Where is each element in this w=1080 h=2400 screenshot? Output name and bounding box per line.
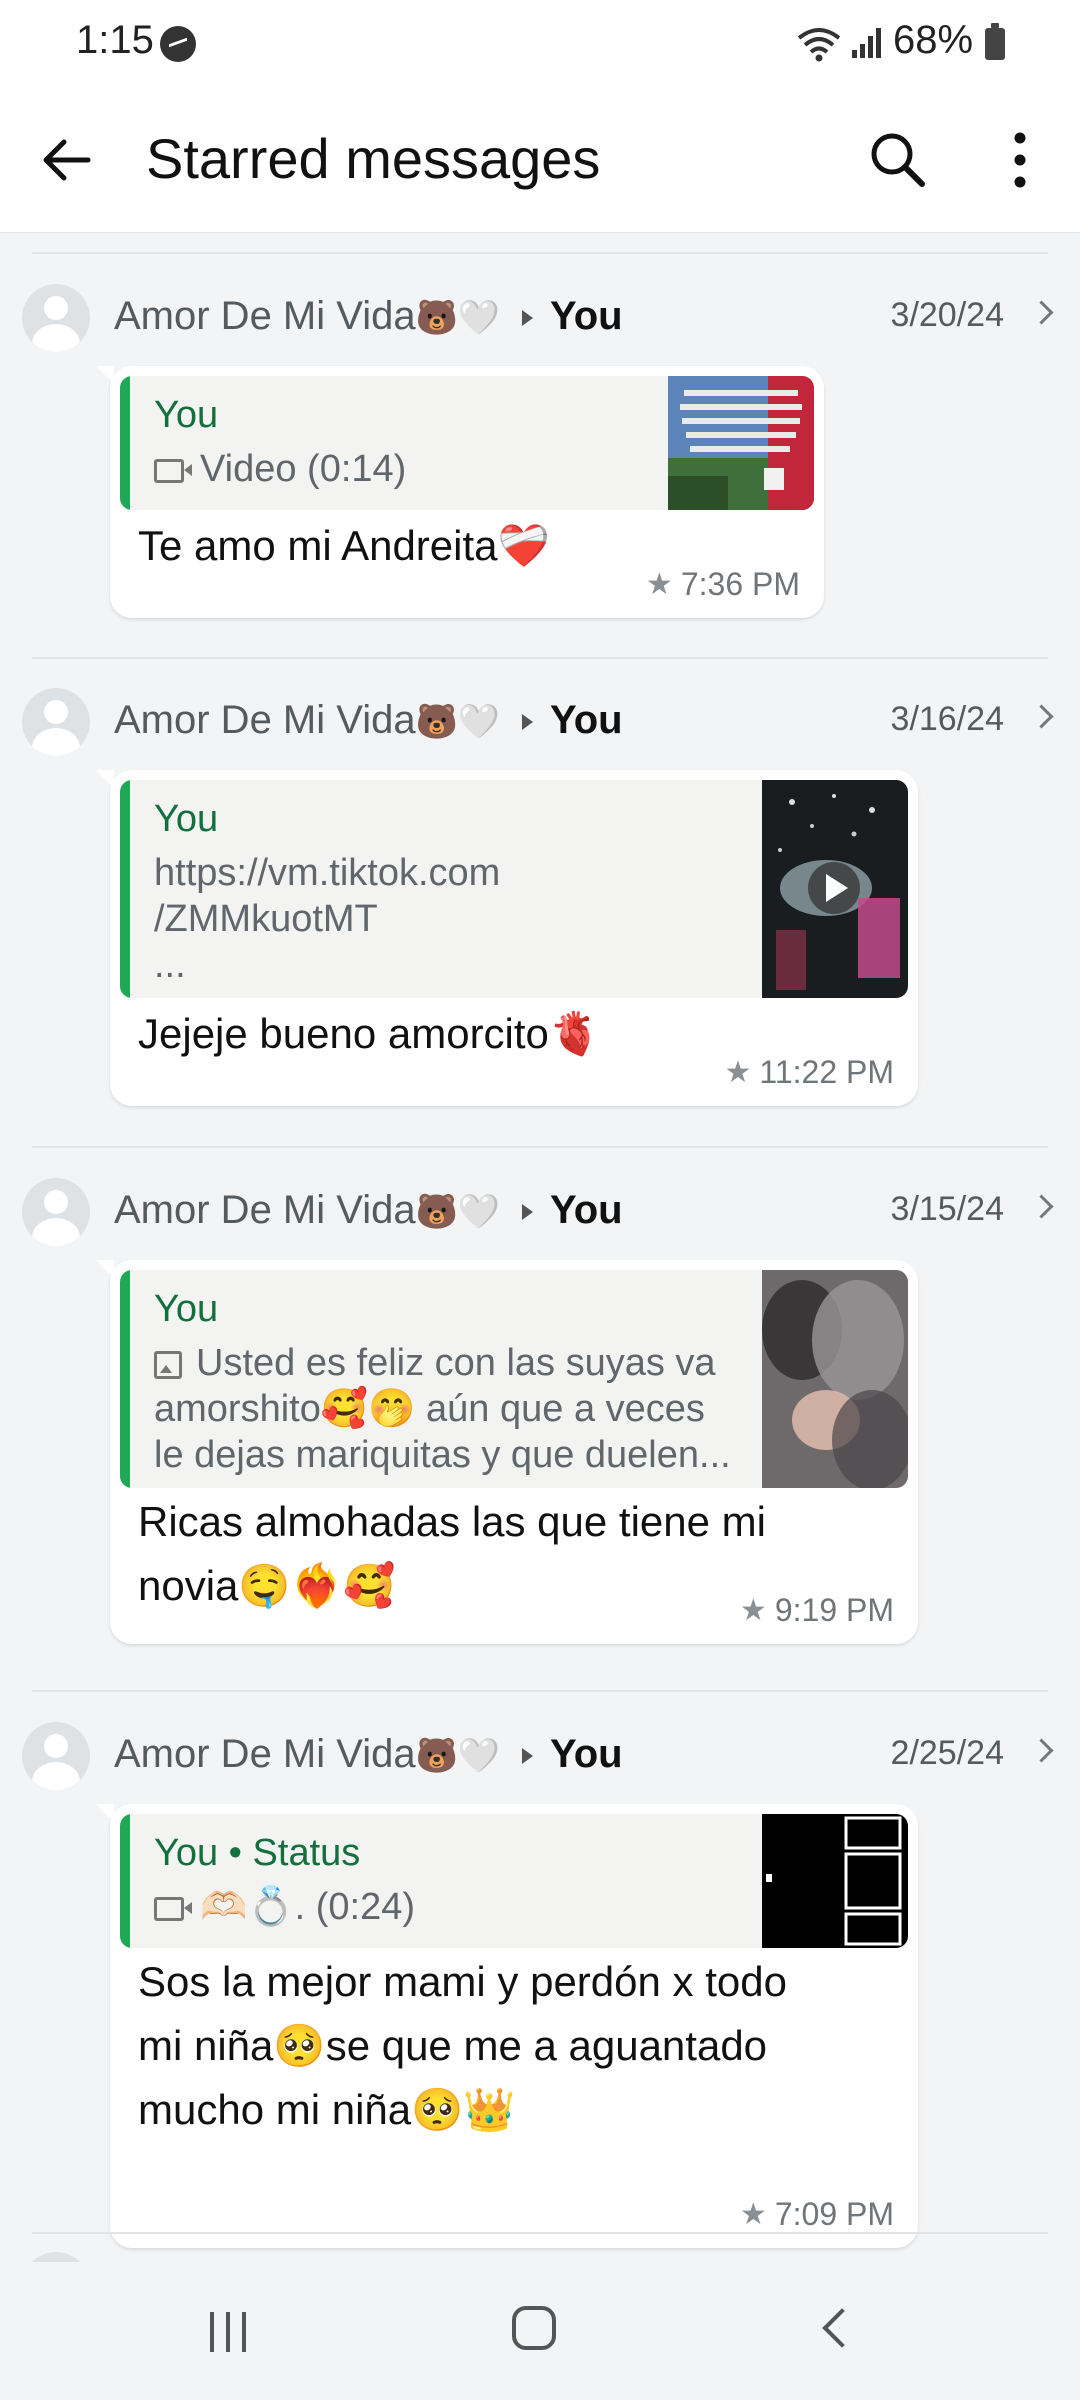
message-meta: ★ 7:09 PM — [740, 2196, 894, 2233]
messenger-icon — [160, 26, 196, 62]
quote-accent-bar — [120, 780, 130, 998]
recipient-name: You — [550, 698, 623, 742]
arrow-right-icon — [522, 714, 533, 730]
divider — [32, 2232, 1048, 2234]
message-meta: ★ 11:22 PM — [725, 1054, 895, 1091]
message-time: 11:22 PM — [759, 1054, 894, 1090]
sender-name: Amor De Mi Vida🐻🤍 — [114, 1188, 501, 1232]
message-text: Sos la mejor mami y perdón x todo mi niña… — [138, 1958, 787, 2133]
signal-icon — [852, 28, 881, 58]
message-bubble[interactable]: You • Status 🫶🏻💍. (0:24) Sos la mejor ma… — [96, 1804, 918, 2248]
divider — [32, 252, 1048, 254]
status-thumbnail[interactable] — [762, 1814, 908, 1948]
quoted-message[interactable]: You Usted es feliz con las suyas va amor… — [120, 1270, 908, 1488]
arrow-right-icon — [522, 310, 533, 326]
message-date: 3/16/24 — [890, 700, 1004, 738]
back-icon[interactable] — [822, 2308, 862, 2348]
message-text: Ricas almohadas las que tiene mi novia🤤❤️… — [138, 1498, 766, 1609]
app-bar: Starred messages — [0, 88, 1080, 233]
recipient-name: You — [550, 1732, 623, 1776]
star-icon: ★ — [739, 1593, 767, 1628]
quote-author: You — [154, 798, 219, 840]
sender-name: Amor De Mi Vida🐻🤍 — [114, 698, 501, 742]
video-icon — [154, 458, 192, 483]
quote-text: https://vm.tiktok.com /ZMMkuotMT ... — [154, 852, 501, 986]
avatar[interactable] — [22, 688, 90, 756]
search-icon[interactable] — [862, 124, 934, 196]
recipient-name: You — [550, 1188, 623, 1232]
more-vertical-icon[interactable] — [984, 124, 1056, 196]
image-icon — [154, 1350, 182, 1379]
video-thumbnail[interactable] — [762, 780, 908, 998]
quoted-message[interactable]: You • Status 🫶🏻💍. (0:24) — [120, 1814, 908, 1948]
star-icon: ★ — [645, 567, 673, 602]
message-bubble[interactable]: You Video (0:14) Te amo mi Andreita❤️‍🩹 … — [96, 366, 824, 618]
avatar[interactable] — [22, 1178, 90, 1246]
page-title: Starred messages — [146, 127, 601, 190]
chevron-right-icon[interactable] — [1029, 1194, 1054, 1219]
battery-percent: 68% — [893, 18, 974, 62]
quote-author: You — [154, 394, 219, 436]
battery-icon — [985, 23, 1005, 60]
status-time: 1:15 — [76, 18, 154, 62]
quote-accent-bar — [120, 1814, 130, 1948]
divider — [32, 657, 1048, 659]
divider — [32, 1146, 1048, 1148]
quote-author: You — [154, 1288, 219, 1330]
message-date: 3/15/24 — [890, 1190, 1004, 1228]
arrow-right-icon — [522, 1204, 533, 1220]
quote-text: Video (0:14) — [154, 446, 406, 492]
sender-name: Amor De Mi Vida🐻🤍 — [114, 1732, 501, 1776]
quote-text: 🫶🏻💍. (0:24) — [154, 1884, 415, 1930]
quoted-message[interactable]: You https://vm.tiktok.com /ZMMkuotMT ... — [120, 780, 908, 998]
message-text: Te amo mi Andreita❤️‍🩹 — [138, 522, 550, 569]
star-icon: ★ — [724, 1055, 752, 1090]
message-bubble[interactable]: You Usted es feliz con las suyas va amor… — [96, 1260, 918, 1644]
message-date: 2/25/24 — [890, 1734, 1004, 1772]
chevron-right-icon[interactable] — [1029, 704, 1054, 729]
quote-text: Usted es feliz con las suyas va amorshit… — [154, 1342, 731, 1476]
back-arrow-icon[interactable] — [30, 122, 106, 198]
quoted-message[interactable]: You Video (0:14) — [120, 376, 814, 510]
chevron-right-icon[interactable] — [1029, 1738, 1054, 1763]
message-meta: ★ 9:19 PM — [740, 1592, 894, 1629]
quote-accent-bar — [120, 376, 130, 510]
quote-accent-bar — [120, 1270, 130, 1488]
message-time: 7:09 PM — [774, 2196, 894, 2232]
quote-author: You • Status — [154, 1832, 361, 1874]
video-thumbnail[interactable] — [668, 376, 814, 510]
system-nav-bar — [0, 2262, 1080, 2400]
message-time: 9:19 PM — [774, 1592, 894, 1628]
starred-messages-list[interactable]: Amor De Mi Vida🐻🤍 You 3/20/24 You Video … — [0, 232, 1080, 2262]
chevron-right-icon[interactable] — [1029, 300, 1054, 325]
sender-name: Amor De Mi Vida🐻🤍 — [114, 294, 501, 338]
avatar[interactable] — [22, 1722, 90, 1790]
message-bubble[interactable]: You https://vm.tiktok.com /ZMMkuotMT ... — [96, 770, 918, 1106]
message-date: 3/20/24 — [890, 296, 1004, 334]
image-thumbnail[interactable] — [762, 1270, 908, 1488]
avatar[interactable] — [22, 284, 90, 352]
recents-icon[interactable] — [210, 2312, 254, 2352]
message-meta: ★ 7:36 PM — [646, 566, 800, 603]
avatar[interactable] — [22, 2252, 90, 2262]
home-icon[interactable] — [512, 2306, 556, 2350]
divider — [32, 1690, 1048, 1692]
recipient-name: You — [550, 294, 623, 338]
message-time: 7:36 PM — [680, 566, 800, 602]
arrow-right-icon — [522, 1748, 533, 1764]
wifi-icon — [797, 28, 841, 62]
message-text: Jejeje bueno amorcito🫀 — [138, 1010, 602, 1057]
video-icon — [154, 1896, 192, 1921]
status-bar: 1:15 68% — [0, 0, 1080, 88]
star-icon: ★ — [739, 2197, 767, 2232]
